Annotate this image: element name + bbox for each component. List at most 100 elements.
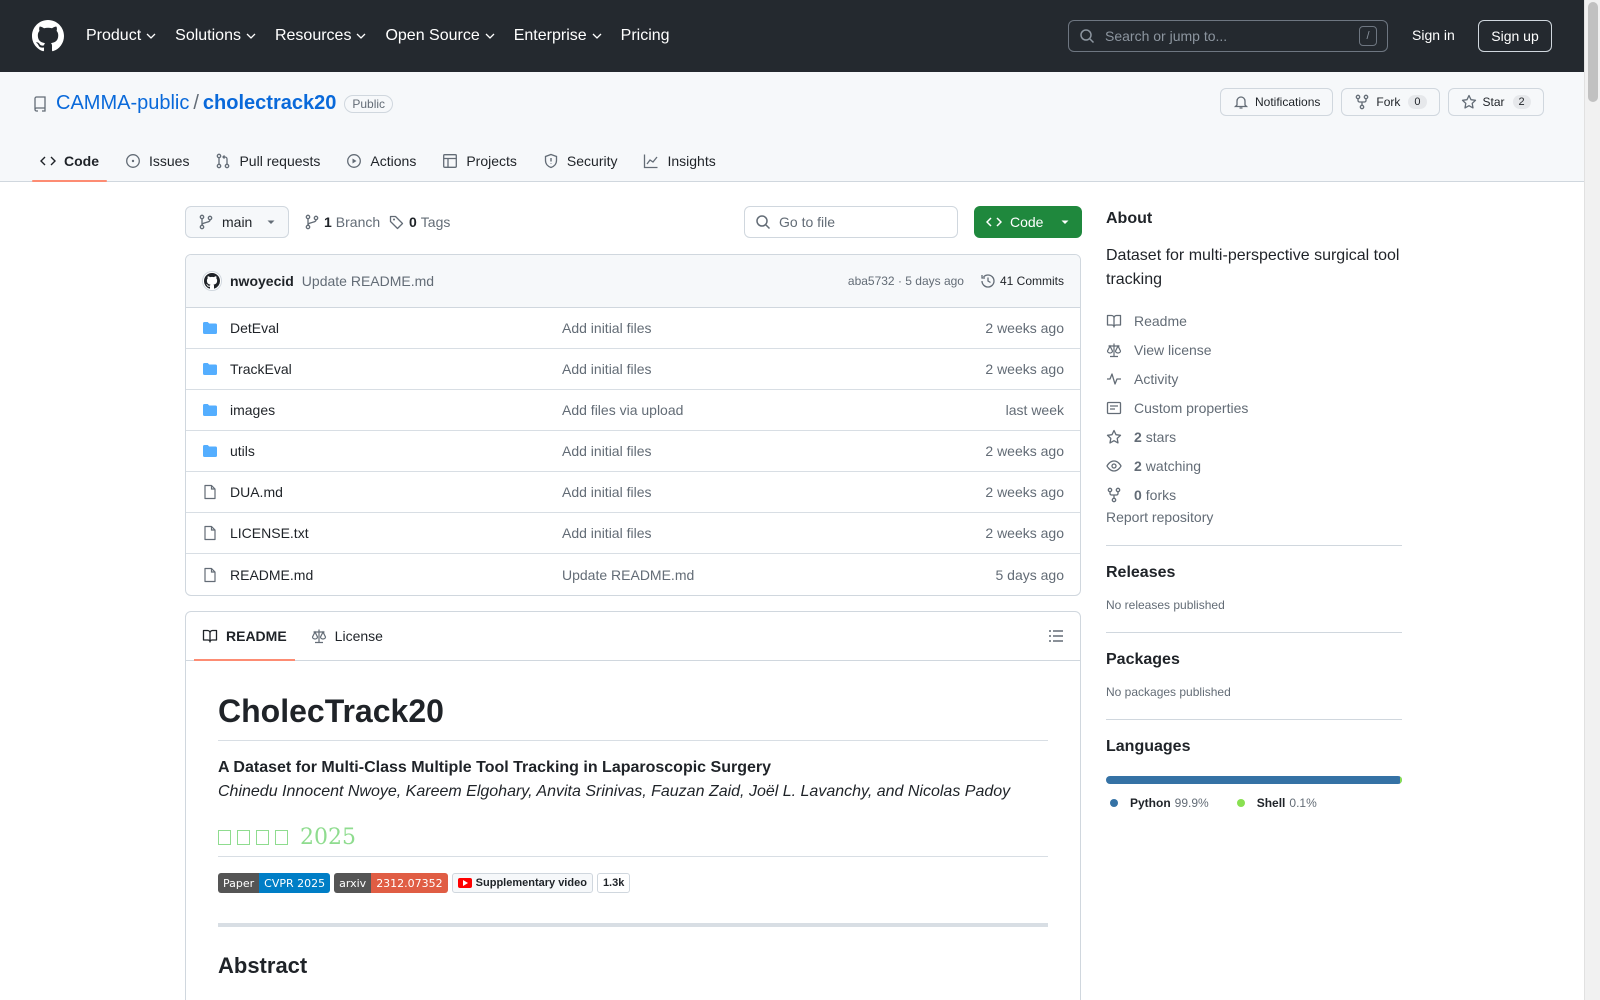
branch-select-button[interactable]: main — [185, 206, 289, 238]
tab-readme[interactable]: README — [194, 612, 295, 661]
tab-insights[interactable]: Insights — [635, 140, 723, 182]
tab-actions[interactable]: Actions — [338, 140, 424, 182]
branch-name: main — [222, 214, 253, 230]
book-icon — [1106, 314, 1122, 328]
file-commit-message-link[interactable]: Add initial files — [562, 443, 985, 459]
packages-heading[interactable]: Packages — [1106, 651, 1402, 669]
file-name-link[interactable]: README.md — [230, 567, 562, 583]
tags-link[interactable]: 0 Tags — [389, 214, 450, 230]
notifications-button[interactable]: Notifications — [1220, 88, 1334, 116]
repo-owner-link[interactable]: CAMMA-public — [56, 92, 189, 115]
file-row[interactable]: DUA.md Add initial files 2 weeks ago — [186, 472, 1080, 513]
language-dot — [1110, 799, 1118, 807]
custom-properties-link[interactable]: Custom properties — [1106, 393, 1402, 422]
readme-banner-image: 2025 — [218, 825, 1048, 857]
repo-icon — [34, 95, 46, 112]
stars-link[interactable]: 2 stars — [1106, 422, 1402, 451]
avatar[interactable] — [202, 271, 222, 291]
tab-projects[interactable]: Projects — [434, 140, 525, 182]
tab-security[interactable]: Security — [535, 140, 626, 182]
tab-license[interactable]: License — [303, 612, 391, 660]
banner-year: 2025 — [300, 825, 356, 850]
commits-history-link[interactable]: 41 Commits — [980, 273, 1064, 289]
packages-section: Packages No packages published — [1106, 632, 1402, 699]
tab-pull-requests[interactable]: Pull requests — [207, 140, 328, 182]
star-button[interactable]: Star 2 — [1447, 88, 1544, 116]
file-commit-message-link[interactable]: Add initial files — [562, 320, 985, 336]
nav-open-source[interactable]: Open Source — [385, 27, 495, 45]
about-links: Readme View license Activity Custom prop… — [1106, 306, 1402, 509]
sign-up-button[interactable]: Sign up — [1478, 20, 1552, 52]
file-row[interactable]: README.md Update README.md 5 days ago — [186, 554, 1080, 595]
commit-sha-link[interactable]: aba5732 · 5 days ago — [848, 274, 964, 288]
visibility-badge: Public — [344, 94, 394, 113]
pull-request-icon — [217, 153, 230, 169]
commit-author-link[interactable]: nwoyecid — [230, 273, 294, 289]
report-repository-link[interactable]: Report repository — [1106, 509, 1213, 525]
github-logo-icon[interactable] — [32, 20, 64, 52]
branches-link[interactable]: 1 Branch — [304, 214, 380, 230]
repo-name-link[interactable]: cholectrack20 — [203, 92, 336, 115]
language-python[interactable]: Python 99.9% — [1106, 796, 1209, 810]
readme-link[interactable]: Readme — [1106, 306, 1402, 335]
paper-badge[interactable]: Paper CVPR 2025 — [218, 873, 331, 893]
releases-section: Releases No releases published — [1106, 545, 1402, 612]
supplementary-video-badge[interactable]: Supplementary video — [451, 873, 593, 893]
file-name-link[interactable]: utils — [230, 443, 562, 459]
nav-enterprise[interactable]: Enterprise — [514, 27, 603, 45]
file-row[interactable]: DetEval Add initial files 2 weeks ago — [186, 308, 1080, 349]
folder-icon — [203, 363, 217, 375]
file-commit-message-link[interactable]: Add files via upload — [562, 402, 1006, 418]
file-row[interactable]: utils Add initial files 2 weeks ago — [186, 431, 1080, 472]
nav-resources[interactable]: Resources — [275, 27, 367, 45]
nav-solutions[interactable]: Solutions — [175, 27, 257, 45]
watching-link[interactable]: 2 watching — [1106, 451, 1402, 480]
language-shell[interactable]: Shell 0.1% — [1233, 796, 1317, 810]
table-icon — [443, 154, 458, 168]
fork-button[interactable]: Fork 0 — [1341, 88, 1440, 116]
file-commit-message-link[interactable]: Add initial files — [562, 361, 985, 377]
releases-heading[interactable]: Releases — [1106, 564, 1402, 582]
tab-issues[interactable]: Issues — [117, 140, 197, 182]
file-name-link[interactable]: TrackEval — [230, 361, 562, 377]
nav-product[interactable]: Product — [86, 27, 157, 45]
file-row[interactable]: TrackEval Add initial files 2 weeks ago — [186, 349, 1080, 390]
file-icon — [204, 567, 216, 582]
file-commit-message-link[interactable]: Add initial files — [562, 525, 985, 541]
commit-message-link[interactable]: Update README.md — [302, 273, 434, 289]
code-download-button[interactable]: Code — [974, 206, 1082, 238]
folder-icon — [203, 445, 217, 457]
go-to-file-input[interactable]: Go to file — [744, 206, 958, 238]
scrollbar-thumb[interactable] — [1588, 2, 1598, 102]
page-scrollbar[interactable] — [1584, 0, 1600, 1000]
global-search-input[interactable]: Search or jump to... / — [1068, 20, 1388, 52]
repo-title: CAMMA-public / cholectrack20 Public — [32, 92, 394, 115]
activity-link[interactable]: Activity — [1106, 364, 1402, 393]
packages-empty: No packages published — [1106, 685, 1231, 699]
pulse-icon — [1107, 372, 1121, 385]
tab-code[interactable]: Code — [32, 140, 107, 182]
law-icon — [1106, 343, 1122, 357]
caret-down-icon — [1061, 220, 1069, 224]
arxiv-badge[interactable]: arxiv 2312.07352 — [334, 873, 448, 893]
file-name-link[interactable]: DUA.md — [230, 484, 562, 500]
file-commit-message-link[interactable]: Add initial files — [562, 484, 985, 500]
file-row[interactable]: LICENSE.txt Add initial files 2 weeks ago — [186, 513, 1080, 554]
readme-abstract-heading: Abstract — [218, 953, 308, 978]
folder-icon — [203, 322, 217, 334]
missing-glyph-box — [256, 830, 269, 845]
file-name-link[interactable]: images — [230, 402, 562, 418]
file-row[interactable]: images Add files via upload last week — [186, 390, 1080, 431]
file-name-link[interactable]: LICENSE.txt — [230, 525, 562, 541]
forks-link[interactable]: 0 forks — [1106, 480, 1402, 509]
play-icon — [347, 154, 362, 168]
code-icon — [40, 156, 56, 166]
nav-pricing[interactable]: Pricing — [621, 27, 670, 45]
list-icon[interactable] — [1048, 628, 1064, 644]
sign-in-link[interactable]: Sign in — [1412, 27, 1455, 43]
fork-count: 0 — [1408, 95, 1427, 109]
license-link[interactable]: View license — [1106, 335, 1402, 364]
file-name-link[interactable]: DetEval — [230, 320, 562, 336]
star-icon — [1461, 94, 1476, 109]
file-commit-message-link[interactable]: Update README.md — [562, 567, 996, 583]
